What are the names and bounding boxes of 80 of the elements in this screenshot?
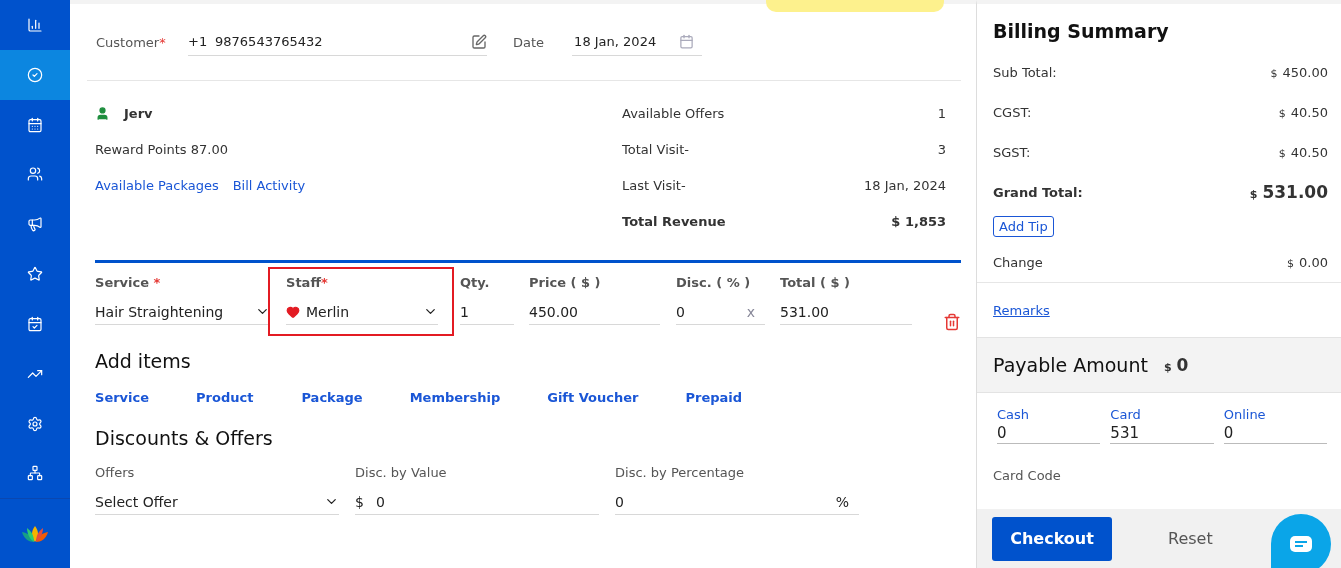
price-label: Price ( $ ) <box>529 275 602 290</box>
group-icon <box>27 166 43 183</box>
chat-icon <box>1290 536 1312 552</box>
check-circle-icon <box>27 66 43 83</box>
trash-icon[interactable] <box>943 313 962 331</box>
billing-title: Billing Summary <box>992 19 1170 44</box>
date-label: Date <box>513 34 545 50</box>
billing-label: CGST: <box>993 104 1032 120</box>
calendar-icon <box>27 116 43 133</box>
date-field[interactable]: 18 Jan, 2024 <box>572 28 703 56</box>
disc-percent-input[interactable]: 0 % <box>615 489 860 515</box>
calendar-check-icon <box>27 315 43 332</box>
client-name: Jerv <box>124 105 153 121</box>
price-input[interactable]: 450.00 <box>529 299 661 325</box>
customer-phone-field[interactable]: +1 9876543765432 <box>188 28 488 56</box>
billing-amount: $ 450.00 <box>1270 64 1328 80</box>
add-item-link[interactable]: Prepaid <box>685 390 743 405</box>
card-code-label: Card Code <box>992 467 1062 483</box>
offers-label: Offers <box>95 465 136 480</box>
payable-amount: $ 0 <box>1163 355 1189 375</box>
discount-input[interactable]: 0 x <box>676 299 766 325</box>
disc-value-label: Disc. by Value <box>355 465 448 480</box>
billing-amount: $ 40.50 <box>1278 144 1328 160</box>
discount-label: Disc. ( % ) <box>676 275 752 290</box>
section-title: Add items <box>95 350 192 372</box>
payment-label: Cash <box>997 407 1031 422</box>
section-title: Discounts & Offers <box>95 427 274 449</box>
payment-label: Card <box>1110 407 1142 422</box>
stat-label: Last Visit- <box>622 177 686 193</box>
add-tip-button[interactable]: Add Tip <box>993 216 1054 237</box>
stat-label: Total Visit- <box>622 141 689 157</box>
client-link[interactable]: Bill Activity <box>232 177 306 193</box>
stat-value: 1 <box>937 105 947 121</box>
qty-label: Qty. <box>460 275 491 290</box>
hierarchy-icon <box>27 465 43 482</box>
qty-input[interactable]: 1 <box>460 299 515 325</box>
billing-label: Grand Total: <box>993 184 1083 200</box>
stat-label: Total Revenue <box>622 213 726 229</box>
billing-amount: $ 531.00 <box>1249 182 1328 202</box>
service-label: Service * <box>95 275 162 290</box>
staff-label: Staff* <box>286 275 329 290</box>
billing-label: Sub Total: <box>993 64 1057 80</box>
payment-label: Online <box>1223 407 1267 422</box>
reward-points: Reward Points 87.00 <box>95 141 228 157</box>
bar-chart-icon <box>27 16 43 33</box>
disc-percent-label: Disc. by Percentage <box>615 465 746 480</box>
megaphone-icon <box>27 216 43 233</box>
stat-value: $ 1,853 <box>891 213 947 229</box>
lotus-logo <box>20 524 50 543</box>
change-label: Change <box>993 255 1043 270</box>
billing-label: SGST: <box>993 144 1031 160</box>
client-link[interactable]: Available Packages <box>95 177 219 193</box>
checkout-button[interactable]: Checkout <box>992 516 1113 561</box>
edit-icon[interactable] <box>471 33 488 50</box>
add-item-link[interactable]: Membership <box>409 390 501 405</box>
disc-value-input[interactable]: $ 0 <box>355 489 600 515</box>
add-item-link[interactable]: Gift Voucher <box>547 390 639 405</box>
clear-button[interactable]: x <box>746 303 756 320</box>
staff-select[interactable]: Merlin <box>286 299 439 325</box>
sidebar-item[interactable] <box>0 49 71 100</box>
reset-button[interactable]: Reset <box>1162 528 1219 549</box>
heart-icon <box>286 304 301 319</box>
service-select[interactable]: Hair Straightening <box>95 299 271 325</box>
payable-label: Payable Amount <box>993 354 1148 376</box>
total-input[interactable]: 531.00 <box>780 299 913 325</box>
change-amount: $ 0.00 <box>1287 255 1328 270</box>
add-item-link[interactable]: Package <box>301 390 363 405</box>
settings-icon <box>27 415 43 432</box>
remarks-link[interactable]: Remarks <box>993 302 1050 318</box>
stat-label: Available Offers <box>622 105 725 121</box>
stat-value: 3 <box>937 141 947 157</box>
star-icon <box>27 266 43 283</box>
add-item-link[interactable]: Service <box>95 390 150 405</box>
customer-label: Customer* <box>96 34 167 50</box>
add-item-link[interactable]: Product <box>196 390 254 405</box>
total-label: Total ( $ ) <box>780 275 852 290</box>
offer-select[interactable]: Select Offer <box>95 489 340 515</box>
stat-value: 18 Jan, 2024 <box>863 177 947 193</box>
user-icon <box>95 105 111 121</box>
billing-amount: $ 40.50 <box>1278 104 1328 120</box>
